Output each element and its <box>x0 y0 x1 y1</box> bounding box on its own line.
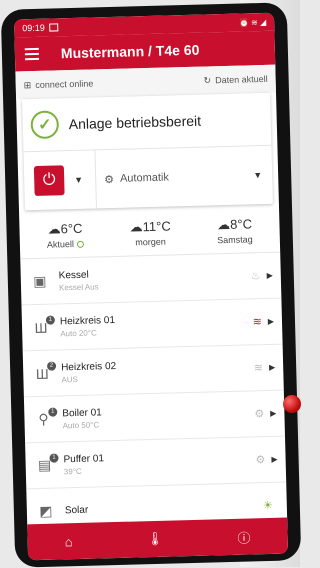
thermometer-icon[interactable]: 🌡 <box>147 531 164 547</box>
pointer-dot <box>283 395 301 413</box>
info-icon[interactable]: ⓘ <box>237 527 251 546</box>
weather-forecast: ☁6°C Aktuell ☁11°C morgen ☁8°C Samstag <box>19 203 281 260</box>
connection-status: connect online <box>35 78 94 90</box>
radiator-icon: Ш1 <box>30 315 55 339</box>
weather-temp: 6°C <box>60 220 83 237</box>
notification-icon <box>48 23 58 32</box>
mode-label: Automatik <box>119 171 170 185</box>
chevron-down-icon: ▼ <box>253 170 263 181</box>
cloud-icon: ☁ <box>129 219 143 235</box>
item-name: Solar <box>64 504 89 517</box>
weather-saturday: ☁8°C Samstag <box>217 216 253 245</box>
system-status-text: Anlage betriebsbereit <box>68 112 202 133</box>
flame-icon: ♨ <box>250 270 261 283</box>
check-icon: ✓ <box>30 110 60 140</box>
weather-temp: 11°C <box>142 218 171 235</box>
chevron-right-icon: ▶ <box>270 408 277 418</box>
system-card: ✓ Anlage betriebsbereit ⏻ ▼ ⚙ Automatik … <box>22 92 273 211</box>
app-title: Mustermann / T4e 60 <box>60 41 200 62</box>
data-status: Daten aktuell <box>214 73 268 86</box>
power-button[interactable]: ⏻ <box>33 165 65 197</box>
badge: 1 <box>48 406 58 417</box>
boiler-icon: ▣ <box>33 272 47 290</box>
tap-status-icon: ⚙ <box>254 408 265 421</box>
weather-temp: 8°C <box>229 216 253 232</box>
heat-waves-icon: ≋ <box>252 316 263 329</box>
solar-status-icon: ☀ <box>262 499 273 513</box>
refresh-icon: ↻ <box>203 74 212 86</box>
refresh-button[interactable]: ↻ Daten aktuell <box>203 73 267 86</box>
solar-panel-icon: ◩ <box>39 502 53 519</box>
weather-label: Aktuell <box>46 239 75 250</box>
chevron-right-icon: ▶ <box>266 270 273 280</box>
system-status: ✓ Anlage betriebsbereit <box>22 93 271 151</box>
badge: 1 <box>49 452 59 463</box>
control-row: ⏻ ▼ ⚙ Automatik ▼ <box>23 144 273 211</box>
menu-icon[interactable] <box>24 47 40 61</box>
mode-select[interactable]: ⚙ Automatik ▼ <box>103 168 272 186</box>
status-time: 09:19 <box>22 22 45 34</box>
badge: 2 <box>46 361 57 371</box>
divider <box>94 150 97 209</box>
chevron-right-icon: ▶ <box>267 316 275 326</box>
tank-icon: ▤ 1 <box>33 452 59 477</box>
status-dot-icon <box>76 240 85 249</box>
cloud-icon: ☁ <box>47 221 61 237</box>
cloud-icon: ☁ <box>216 216 231 233</box>
weather-tomorrow: ☁11°C morgen <box>129 218 171 247</box>
weather-label: Samstag <box>217 234 253 246</box>
list-item-heizkreis-02[interactable]: Ш2 Heizkreis 02 AUS ≋ ▶ <box>22 344 284 398</box>
radiator-icon: Ш2 <box>31 361 57 385</box>
bottom-nav: ⌂ 🌡 ⓘ <box>27 517 289 561</box>
list-item-kessel[interactable]: ▣ Kessel Kessel Aus ♨ ▶ <box>20 252 282 306</box>
mode-icon: ⚙ <box>103 173 115 186</box>
weather-current: ☁6°C Aktuell <box>46 220 85 250</box>
tap-status-icon: ⚙ <box>255 454 266 467</box>
list-item-puffer-01[interactable]: ▤ 1 Puffer 01 39°C ⚙ ▶ <box>25 436 287 490</box>
chevron-right-icon: ▶ <box>271 454 278 464</box>
network-icon: ⊞ <box>23 79 32 90</box>
app-screen: 09:19 ⏰ ≋ ◢ Mustermann / T4e 60 ⊞ connect… <box>14 12 289 561</box>
phone-frame: 09:19 ⏰ ≋ ◢ Mustermann / T4e 60 ⊞ connect… <box>0 2 302 568</box>
chevron-right-icon: ▶ <box>268 362 276 372</box>
list-item-heizkreis-01[interactable]: Ш1 Heizkreis 01 Auto 20°C ≋ ▶ <box>21 298 283 352</box>
heat-waves-icon: ≋ <box>253 362 264 375</box>
home-icon[interactable]: ⌂ <box>65 534 73 549</box>
status-icons: ⏰ ≋ ◢ <box>238 17 267 28</box>
tap-icon: ⚲ 1 <box>32 406 58 431</box>
list-item-boiler-01[interactable]: ⚲ 1 Boiler 01 Auto 50°C ⚙ ▶ <box>23 390 286 444</box>
power-icon: ⏻ <box>42 171 56 189</box>
badge: 1 <box>45 315 55 325</box>
weather-label: morgen <box>135 236 166 248</box>
power-dropdown-icon[interactable]: ▼ <box>74 175 83 185</box>
